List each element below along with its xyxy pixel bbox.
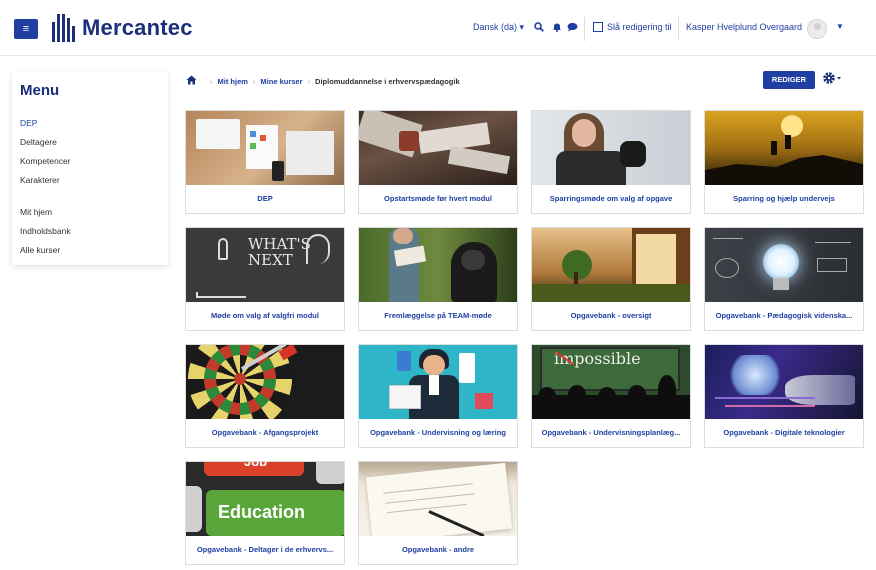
course-card[interactable]: Opgavebank - oversigt bbox=[531, 227, 691, 331]
menu-toggle-button[interactable]: ≡ bbox=[14, 19, 38, 39]
course-card[interactable]: impossible Opgavebank - Undervisningspla… bbox=[531, 344, 691, 448]
breadcrumb-current: Diplomuddannelse i erhvervspædagogik bbox=[315, 76, 460, 86]
gear-icon[interactable] bbox=[822, 71, 844, 88]
course-image: impossible bbox=[532, 345, 690, 419]
course-card[interactable]: Opgavebank - Afgangsprojekt bbox=[185, 344, 345, 448]
course-card[interactable]: Job Education Opgavebank - Deltager i de… bbox=[185, 461, 345, 565]
course-image bbox=[705, 228, 863, 302]
course-image: Job Education bbox=[186, 462, 344, 536]
course-image bbox=[186, 345, 344, 419]
navbar-divider bbox=[584, 17, 585, 41]
course-title: Opgavebank - Afgangsprojekt bbox=[211, 428, 319, 437]
chevron-down-icon[interactable]: ▼ bbox=[836, 22, 844, 31]
sidebar-item-alle-kurser[interactable]: Alle kurser bbox=[20, 245, 60, 255]
breadcrumb-separator-icon: › bbox=[210, 76, 213, 86]
course-image: WHAT'S NEXT bbox=[186, 228, 344, 302]
course-image bbox=[705, 111, 863, 185]
sidebar-menu: Menu DEP Deltagere Kompetencer Karaktere… bbox=[12, 71, 168, 265]
edit-button[interactable]: REDIGER bbox=[763, 71, 815, 89]
course-image bbox=[532, 228, 690, 302]
edit-toggle-label: Slå redigering til bbox=[607, 22, 672, 32]
course-title: Opgavebank - Undervisningsplanlæg... bbox=[541, 428, 681, 437]
course-title: Opgavebank - Deltager i de erhvervs... bbox=[196, 545, 334, 554]
course-card[interactable]: Opgavebank - andre bbox=[358, 461, 518, 565]
notification-bell-icon[interactable] bbox=[552, 22, 562, 35]
search-icon[interactable] bbox=[534, 22, 544, 35]
navbar-divider bbox=[678, 17, 679, 41]
course-card[interactable]: WHAT'S NEXT Møde om valg af valgfri modul bbox=[185, 227, 345, 331]
course-image bbox=[359, 111, 517, 185]
sidebar-item-deltagere[interactable]: Deltagere bbox=[20, 137, 57, 147]
course-title: Sparringsmøde om valg af opgave bbox=[549, 194, 673, 203]
course-title: Møde om valg af valgfri modul bbox=[211, 311, 319, 320]
course-image bbox=[705, 345, 863, 419]
sidebar-item-kompetencer[interactable]: Kompetencer bbox=[20, 156, 71, 166]
sidebar-item-dep[interactable]: DEP bbox=[20, 118, 37, 128]
course-title: Opgavebank - Digitale teknologier bbox=[723, 428, 845, 437]
menu-title: Menu bbox=[20, 82, 60, 99]
course-title: Opgavebank - andre bbox=[401, 545, 475, 554]
user-avatar[interactable] bbox=[807, 19, 827, 39]
course-title: Opgavebank - oversigt bbox=[570, 311, 652, 320]
course-title: DEP bbox=[257, 194, 273, 203]
home-icon[interactable] bbox=[186, 75, 197, 88]
messages-icon[interactable] bbox=[567, 22, 578, 35]
course-title: Fremlæggelse på TEAM-møde bbox=[384, 311, 492, 320]
edit-mode-toggle[interactable]: Slå redigering til bbox=[593, 22, 672, 32]
course-image bbox=[359, 345, 517, 419]
course-card[interactable]: Opgavebank - Digitale teknologier bbox=[704, 344, 864, 448]
course-image bbox=[532, 111, 690, 185]
course-card[interactable]: Opgavebank - Pædagogisk videnska... bbox=[704, 227, 864, 331]
breadcrumb-separator-icon: › bbox=[252, 76, 256, 86]
breadcrumb-mine-kurser[interactable]: Mine kurser bbox=[260, 77, 302, 86]
course-image bbox=[359, 462, 517, 536]
top-navbar: ≡ Mercantec Dansk (da) ▾ Slå redigering … bbox=[0, 0, 876, 56]
logo-text[interactable]: Mercantec bbox=[82, 15, 193, 41]
course-image bbox=[359, 228, 517, 302]
course-title: Opstartsmøde før hvert modul bbox=[384, 194, 492, 203]
course-title: Opgavebank - Pædagogisk videnska... bbox=[715, 311, 853, 320]
course-title: Sparring og hjælp undervejs bbox=[733, 194, 835, 203]
course-card[interactable]: Sparringsmøde om valg af opgave bbox=[531, 110, 691, 214]
course-card[interactable]: DEP bbox=[185, 110, 345, 214]
breadcrumb-mit-hjem[interactable]: Mit hjem bbox=[218, 77, 248, 86]
course-image bbox=[186, 111, 344, 185]
sidebar-item-indholdsbank[interactable]: Indholdsbank bbox=[20, 226, 71, 236]
edit-icon bbox=[593, 22, 603, 32]
user-name[interactable]: Kasper Hvelplund Overgaard bbox=[686, 22, 802, 32]
breadcrumb: › Mit hjem › Mine kurser › Diplomuddanne… bbox=[186, 75, 460, 87]
course-card[interactable]: Sparring og hjælp undervejs bbox=[704, 110, 864, 214]
sidebar-item-mit-hjem[interactable]: Mit hjem bbox=[20, 207, 52, 217]
language-selector[interactable]: Dansk (da) ▾ bbox=[473, 22, 524, 33]
sidebar-item-karakterer[interactable]: Karakterer bbox=[20, 175, 60, 185]
breadcrumb-separator-icon: › bbox=[307, 76, 311, 86]
course-card[interactable]: Opgavebank - Undervisning og læring bbox=[358, 344, 518, 448]
course-card[interactable]: Fremlæggelse på TEAM-møde bbox=[358, 227, 518, 331]
mercantec-logo-icon[interactable] bbox=[52, 14, 76, 42]
course-card[interactable]: Opstartsmøde før hvert modul bbox=[358, 110, 518, 214]
course-title: Opgavebank - Undervisning og læring bbox=[370, 428, 506, 437]
